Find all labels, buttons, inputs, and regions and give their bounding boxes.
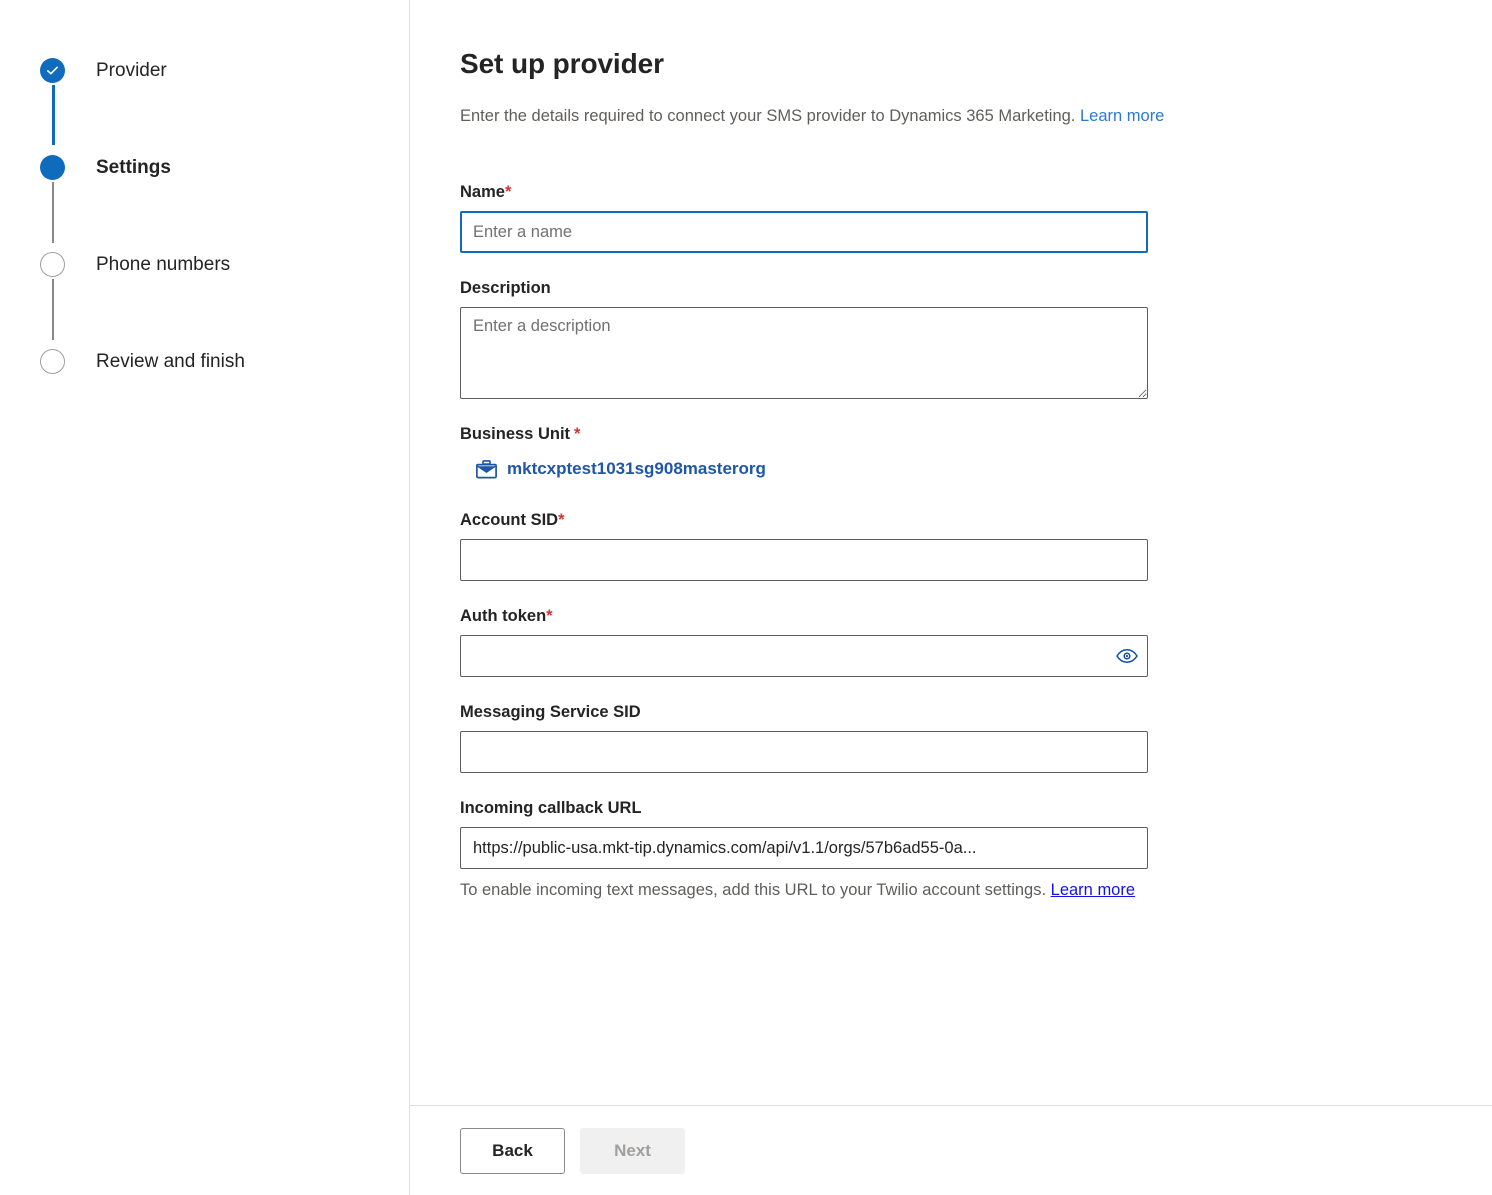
field-auth-token: Auth token* [460,607,1148,678]
field-business-unit-label-text: Business Unit [460,425,571,444]
stepper-connector-2 [52,182,54,243]
field-business-unit: Business Unit * mktcxptest1031sg908master… [460,425,1148,480]
stepper-item-label: Phone numbers [96,253,231,275]
stepper-item-review-and-finish[interactable]: Review and finish [40,343,409,379]
required-asterisk: * [504,183,512,202]
field-incoming-callback-url-label: Incoming callback URL [460,799,642,818]
setup-provider-wizard: Provider Settings Phone numbers Review a… [0,0,1492,1195]
field-name-label: Name* [460,183,1148,202]
business-unit-lookup-value[interactable]: mktcxptest1031sg908masterorg [475,458,766,480]
callback-url-learn-more-link[interactable]: Learn more [1051,881,1135,899]
incoming-callback-url-input[interactable] [460,827,1148,870]
stepper-item-label: Review and finish [96,350,245,372]
stepper-list: Provider Settings Phone numbers Review a… [0,52,409,379]
auth-token-input[interactable] [460,635,1148,678]
stepper-item-label: Settings [96,156,171,178]
required-asterisk: * [574,425,581,444]
field-auth-token-label-text: Auth token [460,607,547,626]
next-button: Next [580,1127,685,1174]
header-learn-more-link[interactable]: Learn more [1080,107,1164,125]
description-textarea[interactable] [460,307,1148,400]
back-button[interactable]: Back [460,1127,565,1174]
stepper-item-provider[interactable]: Provider [40,52,409,88]
name-input[interactable] [460,211,1148,254]
wizard-main-panel: Set up provider Enter the details requir… [410,0,1492,1195]
account-sid-input[interactable] [460,539,1148,582]
wizard-footer: Back Next [410,1105,1492,1195]
filled-circle-icon [40,154,65,180]
stepper-connector-1 [52,85,55,145]
field-account-sid: Account SID* [460,511,1148,582]
eye-icon[interactable] [1110,639,1144,673]
incoming-callback-url-helper-text: To enable incoming text messages, add th… [460,877,1148,904]
check-circle-icon [40,57,65,83]
helper-text-body: To enable incoming text messages, add th… [460,881,1047,900]
field-incoming-callback-url: Incoming callback URL To enable incoming… [460,799,1148,904]
field-name: Name* [460,183,1148,254]
field-account-sid-label-text: Account SID [460,511,559,530]
page-title: Set up provider [460,48,664,79]
business-unit-value: mktcxptest1031sg908masterorg [507,459,766,479]
required-asterisk: * [558,511,565,530]
field-messaging-service-sid: Messaging Service SID [460,703,1148,774]
empty-circle-icon [40,251,65,277]
field-account-sid-label: Account SID* [460,511,1148,530]
field-description: Description [460,279,1148,400]
stepper-connector-3 [52,279,54,340]
stepper-item-phone-numbers[interactable]: Phone numbers [40,246,409,282]
required-asterisk: * [546,607,553,626]
messaging-service-sid-input[interactable] [460,731,1148,774]
field-messaging-service-sid-label: Messaging Service SID [460,703,641,722]
stepper-item-settings[interactable]: Settings [40,149,409,185]
briefcase-icon [475,458,497,480]
auth-token-input-group [460,635,1148,678]
field-auth-token-label: Auth token* [460,607,1148,626]
wizard-stepper-sidebar: Provider Settings Phone numbers Review a… [0,0,410,1195]
field-description-label: Description [460,279,551,298]
empty-circle-icon [40,348,65,374]
field-name-label-text: Name [460,183,505,202]
stepper-item-label: Provider [96,59,167,81]
page-subtitle: Enter the details required to connect yo… [460,106,1492,127]
wizard-content-scroll: Set up provider Enter the details requir… [410,0,1492,1105]
field-business-unit-label: Business Unit * [460,425,1148,444]
page-subtitle-text: Enter the details required to connect yo… [460,107,1076,125]
